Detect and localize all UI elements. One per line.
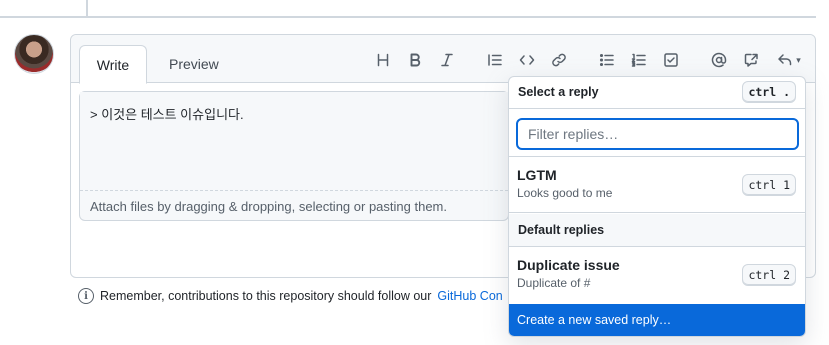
ordered-list-icon[interactable] [627,49,651,71]
guidelines-link[interactable]: GitHub Con [437,289,502,303]
bold-icon[interactable] [403,49,427,71]
create-saved-reply-button[interactable]: Create a new saved reply… [509,304,805,336]
heading-icon[interactable] [371,49,395,71]
quote-icon[interactable] [483,49,507,71]
link-icon[interactable] [547,49,571,71]
dropdown-header: Select a reply ctrl . [509,77,805,109]
comment-textarea[interactable]: > 이것은 테스트 이슈입니다. [80,92,508,190]
default-replies-section: Default replies [509,214,805,247]
tab-write[interactable]: Write [79,45,147,84]
mention-icon[interactable] [707,49,731,71]
shortcut-kbd: ctrl . [742,81,796,103]
filter-replies-input[interactable] [516,118,799,150]
avatar[interactable] [14,34,54,74]
reply-shortcut-kbd: ctrl 2 [742,264,796,286]
attach-files-bar[interactable]: Attach files by dragging & dropping, sel… [80,190,508,220]
contribution-notice: i Remember, contributions to this reposi… [78,288,503,304]
filter-area [509,109,805,157]
saved-replies-icon[interactable]: ▾ [771,49,807,71]
chevron-down-icon: ▾ [796,54,801,65]
timeline-line [86,0,88,16]
unordered-list-icon[interactable] [595,49,619,71]
notice-text: Remember, contributions to this reposito… [100,289,432,303]
saved-reply-item[interactable]: LGTM Looks good to me ctrl 1 [509,157,805,213]
italic-icon[interactable] [435,49,459,71]
default-reply-item[interactable]: Duplicate issue Duplicate of # ctrl 2 [509,247,805,304]
tab-preview[interactable]: Preview [153,45,235,84]
info-icon: i [78,288,94,304]
timeline-divider [0,16,816,18]
reply-shortcut-kbd: ctrl 1 [742,174,796,196]
comment-textarea-container: > 이것은 테스트 이슈입니다. Attach files by draggin… [79,91,509,221]
dropdown-title: Select a reply [518,85,599,99]
saved-replies-dropdown: Select a reply ctrl . LGTM Looks good to… [508,76,806,337]
code-icon[interactable] [515,49,539,71]
task-list-icon[interactable] [659,49,683,71]
cross-reference-icon[interactable] [739,49,763,71]
